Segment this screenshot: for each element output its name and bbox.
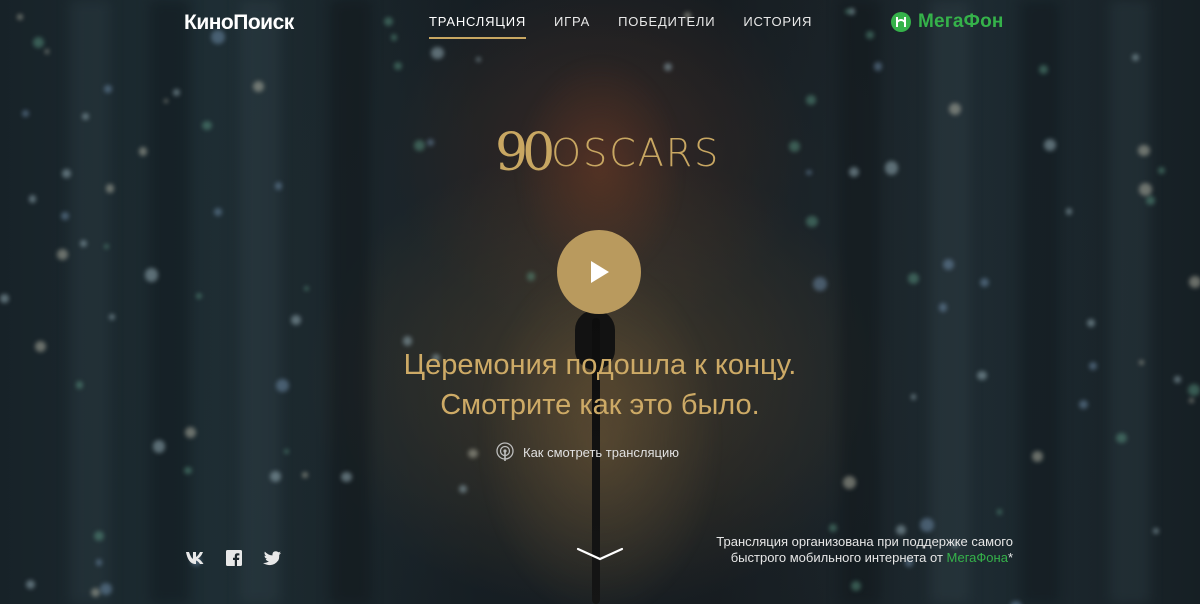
how-to-watch-text: Как смотреть трансляцию (523, 444, 679, 460)
sponsor-footnote-mark: * (1007, 550, 1013, 565)
headline-line-2: Смотрите как это было. (440, 389, 760, 421)
oscars-logo-word: OSCARS (551, 131, 721, 175)
social-links (185, 549, 299, 567)
kinopoisk-logo[interactable]: КиноПоиск (184, 10, 294, 36)
sponsor-note-line-2: быстрого мобильного интернета от МегаФон… (660, 550, 1013, 566)
nav-item-broadcast[interactable]: ТРАНСЛЯЦИЯ (429, 14, 527, 39)
scroll-down-chevron-icon[interactable] (576, 546, 624, 562)
oscars-logo-number: 90 (495, 123, 555, 183)
play-icon (591, 261, 609, 283)
vk-icon[interactable] (185, 549, 207, 567)
nav-item-history[interactable]: ИСТОРИЯ (743, 14, 812, 39)
broadcast-icon (496, 442, 514, 461)
oscars-90-logo: 90 OSCARS (495, 124, 720, 182)
megafon-logo-text: МегаФон (918, 11, 1004, 32)
how-to-watch-link[interactable]: Как смотреть трансляцию (495, 442, 679, 462)
sponsor-note: Трансляция организована при поддержке са… (660, 534, 1013, 566)
headline-line-1: Церемония подошла к концу. (403, 349, 797, 381)
play-button[interactable] (557, 230, 641, 314)
headline: Церемония подошла к концу. Смотрите как … (300, 345, 900, 425)
nav-item-winners[interactable]: ПОБЕДИТЕЛИ (618, 14, 715, 39)
twitter-icon[interactable] (261, 549, 283, 567)
megafon-link[interactable]: МегаФона (947, 550, 1008, 565)
megafon-logo[interactable]: МегаФон (890, 11, 1004, 33)
sponsor-note-prefix: быстрого мобильного интернета от (730, 550, 947, 565)
megafon-icon (891, 12, 911, 32)
main-nav: ТРАНСЛЯЦИЯ ИГРА ПОБЕДИТЕЛИ ИСТОРИЯ (429, 14, 840, 39)
nav-item-game[interactable]: ИГРА (554, 14, 590, 39)
sponsor-note-line-1: Трансляция организована при поддержке са… (716, 534, 1013, 549)
hero-background: КиноПоиск ТРАНСЛЯЦИЯ ИГРА ПОБЕДИТЕЛИ ИСТ… (0, 0, 1200, 604)
facebook-icon[interactable] (223, 549, 245, 567)
